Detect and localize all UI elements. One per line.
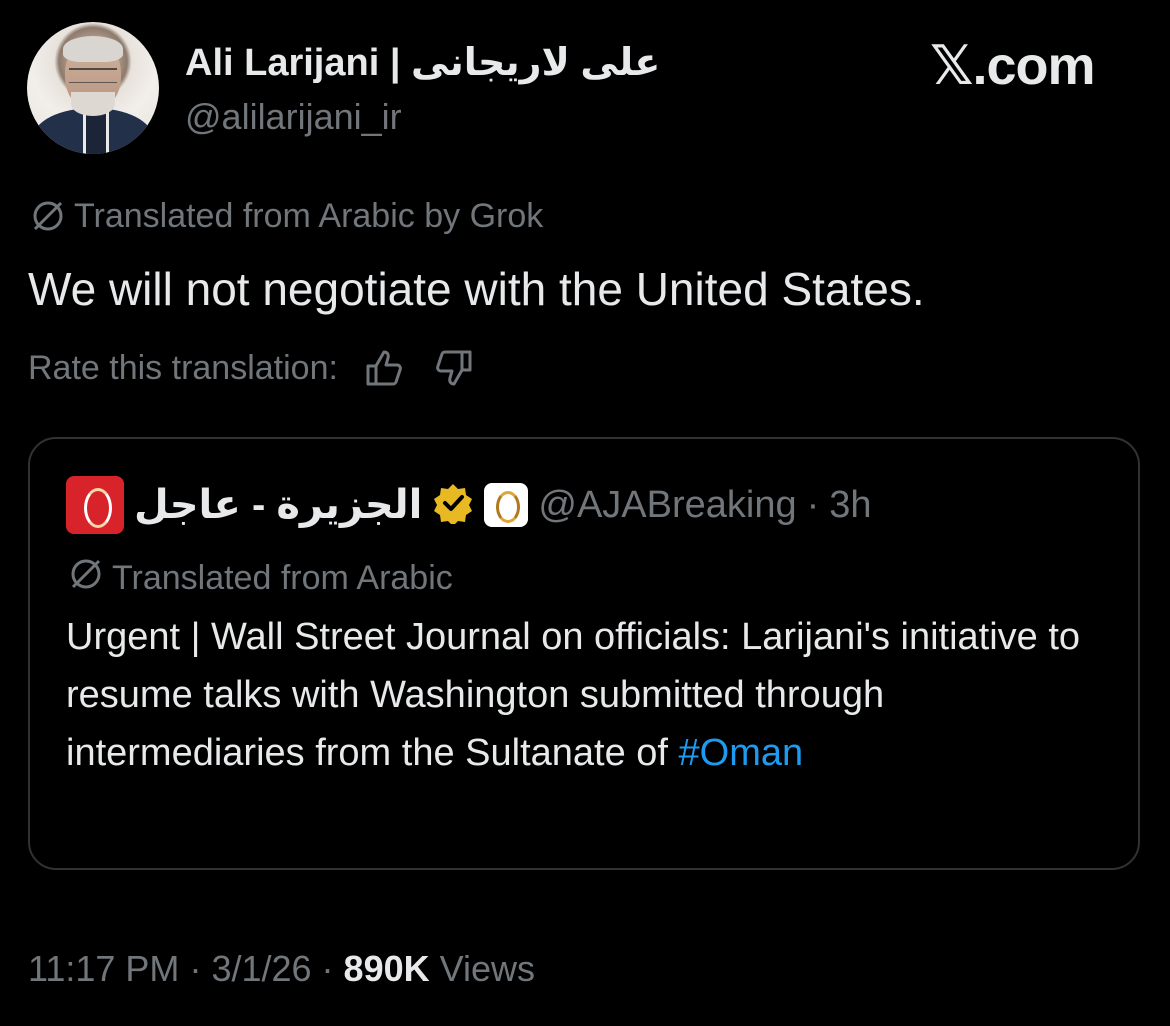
avatar-beard (71, 92, 115, 116)
rate-label: Rate this translation: (28, 348, 338, 387)
avatar[interactable] (27, 22, 159, 154)
quoted-header: الجزيرة - عاجل @AJABreaking · 3h (66, 476, 872, 534)
quoted-translation-text: Translated from Arabic (112, 559, 453, 597)
tweet-meta: 11:17 PM · 3/1/26 · 890K Views (28, 948, 535, 990)
tweet-time[interactable]: 11:17 PM (28, 948, 179, 989)
translate-icon (66, 554, 106, 603)
avatar-hair (63, 36, 123, 62)
x-com-logo: 𝕏.com (930, 34, 1096, 97)
quoted-text-body: Urgent | Wall Street Journal on official… (66, 616, 1081, 774)
translation-note-text: Translated from Arabic by Grok (74, 196, 544, 235)
quoted-display-name[interactable]: الجزيرة - عاجل (134, 482, 422, 528)
avatar-tie (83, 110, 109, 154)
views-label: Views (439, 948, 536, 989)
meta-separator: · (189, 948, 212, 989)
tweet-date[interactable]: 3/1/26 (211, 948, 311, 989)
verified-badge-icon (432, 482, 474, 529)
hashtag-link[interactable]: #Oman (679, 732, 804, 774)
avatar-glasses (69, 68, 117, 83)
site-suffix: .com (972, 36, 1096, 96)
affiliate-badge (484, 483, 529, 527)
quoted-dot-separator: · (806, 483, 820, 526)
quoted-text: Urgent | Wall Street Journal on official… (66, 608, 1116, 782)
quoted-translation-note: Translated from Arabic (66, 554, 453, 603)
author-display-name[interactable]: Ali Larijani | علی لاریجانی (185, 40, 660, 85)
views-count: 890K (343, 948, 430, 989)
rate-translation: Rate this translation: (28, 344, 478, 392)
translation-note: Translated from Arabic by Grok (28, 196, 543, 236)
quoted-time[interactable]: 3h (829, 484, 871, 527)
meta-separator: · (321, 948, 344, 989)
thumbs-down-icon[interactable] (430, 344, 478, 392)
tweet-text: We will not negotiate with the United St… (28, 263, 925, 315)
author-handle[interactable]: @alilarijani_ir (185, 96, 402, 138)
x-logo-icon: 𝕏 (930, 34, 974, 97)
thumbs-up-icon[interactable] (360, 344, 408, 392)
quoted-handle[interactable]: @AJABreaking (538, 484, 796, 527)
aljazeera-avatar[interactable] (66, 476, 124, 534)
translate-icon (28, 196, 68, 236)
